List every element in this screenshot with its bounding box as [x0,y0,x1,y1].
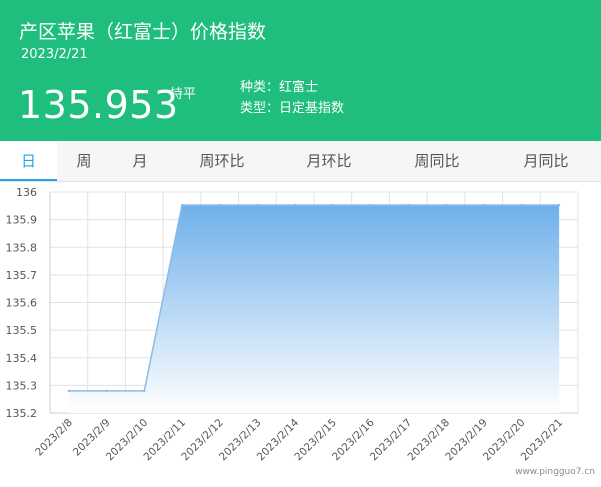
data-point [331,203,335,207]
y-tick-label: 135.7 [6,269,38,282]
tab-week-year-on-year[interactable]: 周同比 [399,141,475,181]
data-point [293,203,297,207]
data-point [218,203,221,207]
y-tick-label: 135.2 [6,407,38,420]
y-tick-label: 135.8 [6,241,38,254]
data-point [256,203,259,207]
data-point [407,203,410,207]
variety-label: 种类：红富士 [240,80,319,95]
data-point [557,203,561,207]
header-panel: 产区苹果（红富士）价格指数 2023/2/21 135.953 持平 种类：红富… [0,0,601,141]
data-point [444,203,448,207]
tab-month-on-month[interactable]: 月环比 [291,141,367,181]
data-point [482,203,485,207]
site-watermark: www.pingguo7.cn [515,467,595,477]
y-tick-label: 135.5 [6,324,38,337]
page-title: 产区苹果（红富士）价格指数 [19,21,267,43]
tab-day[interactable]: 日 [0,141,57,181]
chart-svg: 135.2 135.3 135.4 135.5 135.6 135.7 135.8 135.9… [6,186,579,463]
data-point [67,389,71,393]
y-tick-label: 135.9 [6,214,38,227]
series-area [68,204,560,413]
tab-month[interactable]: 月 [117,141,163,181]
x-tick-label: 2023/2/8 [33,417,75,459]
period-tabs: 日 周 月 周环比 月环比 周同比 月同比 [0,141,601,182]
y-tick-label: 135.4 [6,352,38,365]
y-tick-label: 136 [16,186,37,199]
trend-label: 持平 [170,87,197,102]
tab-month-year-on-year[interactable]: 月同比 [508,141,584,181]
report-date: 2023/2/21 [21,47,88,62]
tab-week[interactable]: 周 [61,141,107,181]
y-tick-label: 135.6 [6,297,38,310]
index-value: 135.953 [18,83,179,127]
data-point [105,389,108,393]
tab-week-on-week[interactable]: 周环比 [184,141,260,181]
data-point [369,203,372,207]
data-point [143,389,146,393]
data-point [180,203,184,207]
price-index-chart: 135.2 135.3 135.4 135.5 135.6 135.7 135.8 135.9… [0,182,601,487]
index-type-label: 类型：日定基指数 [240,101,345,116]
y-tick-label: 135.3 [6,379,38,392]
data-point [520,203,523,207]
